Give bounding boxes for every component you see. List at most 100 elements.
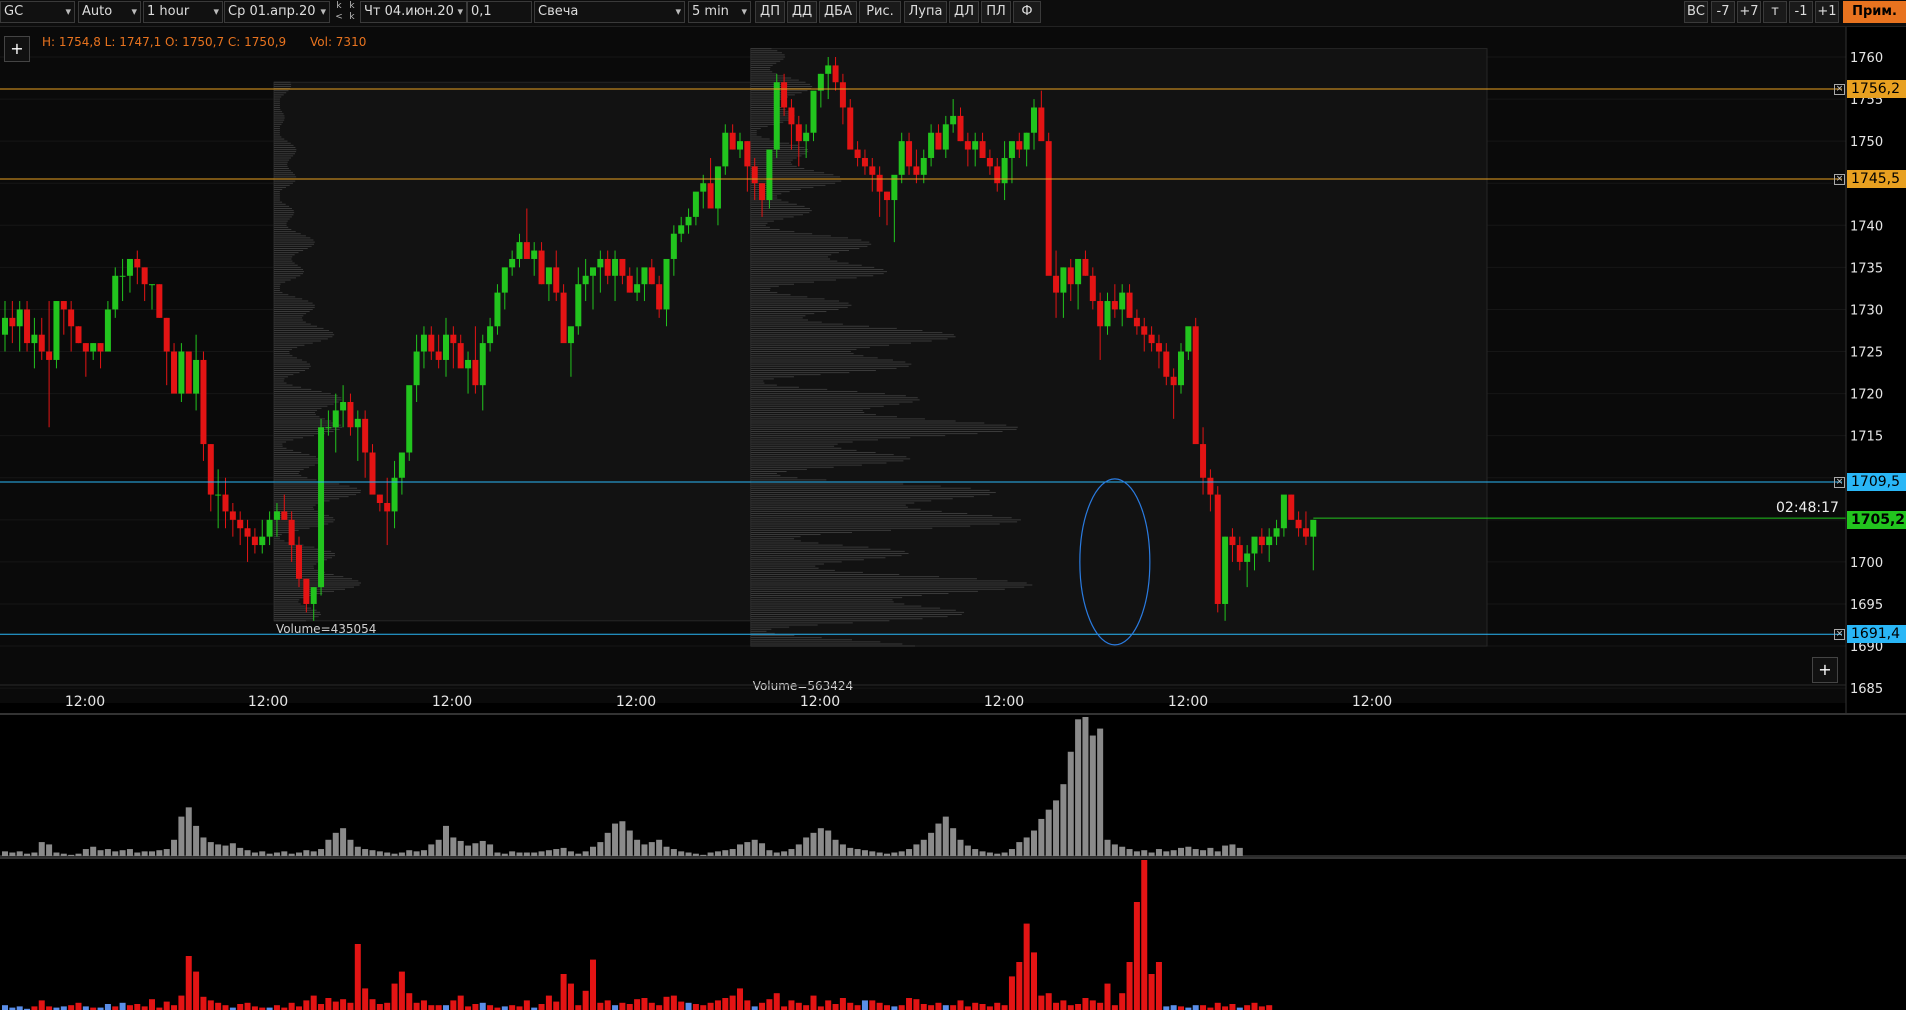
candle-body [619, 258, 626, 276]
candle-body [60, 301, 67, 310]
timeframe-select[interactable]: 1 hour [143, 1, 223, 23]
volume-bar [1207, 847, 1214, 856]
delta-bar [972, 1002, 979, 1010]
remove-level-icon[interactable]: × [1834, 174, 1845, 186]
volume-bar [575, 853, 582, 856]
chart-type-select[interactable]: Свеча [534, 1, 685, 23]
candle-body [251, 536, 258, 546]
date-shift-control[interactable]: k < [333, 1, 345, 23]
add-indicator-button[interactable]: + [4, 36, 30, 62]
candle-body [281, 511, 288, 520]
price-level-badge[interactable]: 1756,2 [1847, 79, 1906, 98]
delta-bar [604, 1000, 611, 1010]
volume-bar [1089, 735, 1096, 856]
delta-bar [553, 1001, 560, 1010]
candle-body [171, 351, 178, 394]
scale-mode-select[interactable]: Auto [78, 1, 141, 23]
delta-bar [957, 1000, 964, 1010]
delta-bar [303, 1000, 310, 1010]
price-level-badge[interactable]: 1709,5 [1847, 472, 1906, 491]
tool-draw-button[interactable]: Рис. [859, 1, 901, 23]
volume-bar [545, 850, 552, 856]
candle-body [656, 284, 663, 310]
add-panel-button[interactable]: + [1812, 657, 1838, 683]
tool-dp-button[interactable]: ДП [755, 1, 785, 23]
current-price-badge: 1705,2 [1847, 511, 1906, 529]
delta-bar [803, 1005, 810, 1010]
tool-dl-button[interactable]: ДЛ [949, 1, 979, 23]
plus7-button[interactable]: +7 [1737, 1, 1761, 23]
tool-f-button[interactable]: Ф [1013, 1, 1041, 23]
volume-bar [884, 853, 890, 856]
panel-divider[interactable] [0, 713, 1906, 715]
volume-bar [457, 840, 464, 856]
delta-bar [523, 1000, 530, 1010]
x-tick-label: 12:00 [984, 694, 1024, 710]
symbol-select[interactable]: GC [0, 1, 75, 23]
tool-dba-button[interactable]: ДБА [819, 1, 857, 23]
candle-body [296, 545, 302, 579]
remove-level-icon[interactable]: × [1834, 629, 1845, 641]
candle-body [31, 334, 38, 344]
candle-body [950, 115, 957, 125]
date-shift-control-right[interactable]: kk [346, 1, 358, 23]
candle-body [134, 258, 141, 268]
candle-body [1141, 326, 1148, 335]
candle-body [68, 309, 75, 327]
candle-body [163, 317, 170, 352]
plus1-button[interactable]: +1 [1815, 1, 1839, 23]
delta-bar [759, 1002, 766, 1010]
volume-bar [318, 849, 325, 856]
volume-bar [119, 850, 126, 856]
delta-bar [38, 1000, 45, 1010]
volume-bar [229, 843, 236, 856]
remove-level-icon[interactable]: × [1834, 83, 1845, 95]
volume-bar [369, 850, 376, 856]
candle-body [737, 141, 743, 150]
tool-magnifier-button[interactable]: Лупа [904, 1, 947, 23]
date-from-picker[interactable]: Ср 01.апр.20 [224, 1, 330, 23]
t-button[interactable]: т [1763, 1, 1787, 23]
tool-pl-button[interactable]: ПЛ [981, 1, 1011, 23]
candle-body [994, 166, 1001, 184]
delta-bar [729, 995, 736, 1010]
candle-body [185, 351, 192, 394]
delta-bar [376, 1004, 383, 1010]
volume-bar [340, 828, 347, 856]
volume-bar [612, 823, 619, 856]
volume-bar [9, 852, 16, 856]
remove-level-icon[interactable]: × [1834, 476, 1845, 488]
candle-body [817, 73, 824, 91]
delta-bar [1178, 1006, 1184, 1010]
delta-bar [450, 1000, 457, 1010]
tool-dd-button[interactable]: ДД [787, 1, 817, 23]
candle-body [1133, 317, 1140, 327]
profile-period-select[interactable]: 5 min [688, 1, 751, 23]
delta-bar [634, 999, 641, 1010]
candle-body [942, 124, 949, 150]
candle-body [788, 107, 795, 125]
price-level-badge[interactable]: 1691,4 [1847, 625, 1906, 644]
volume-bar [1023, 837, 1030, 856]
price-chart[interactable]: Volume=435054Volume=563424 16851690169517… [0, 27, 1906, 715]
date-to-picker[interactable]: Чт 04.июн.20 [360, 1, 467, 23]
step-input[interactable]: 0,1 [467, 1, 532, 23]
price-level-badge[interactable]: 1745,5 [1847, 170, 1906, 189]
candle-body [523, 242, 530, 259]
minus7-button[interactable]: -7 [1711, 1, 1735, 23]
volume-bar [149, 851, 155, 856]
volume-bar [825, 830, 832, 856]
delta-bar [273, 1005, 280, 1010]
volume-bar [90, 846, 97, 856]
volume-bar [443, 825, 449, 856]
candle-body [1104, 301, 1111, 327]
vs-button[interactable]: ВС [1684, 1, 1708, 23]
candle-body [38, 334, 45, 352]
volume-bar [509, 851, 516, 856]
delta-bar [171, 1005, 178, 1010]
delta-bar [428, 1005, 435, 1010]
minus1-button[interactable]: -1 [1789, 1, 1813, 23]
volume-bar [634, 839, 641, 856]
notes-button[interactable]: Прим. [1843, 1, 1906, 23]
candle-body [751, 166, 758, 184]
